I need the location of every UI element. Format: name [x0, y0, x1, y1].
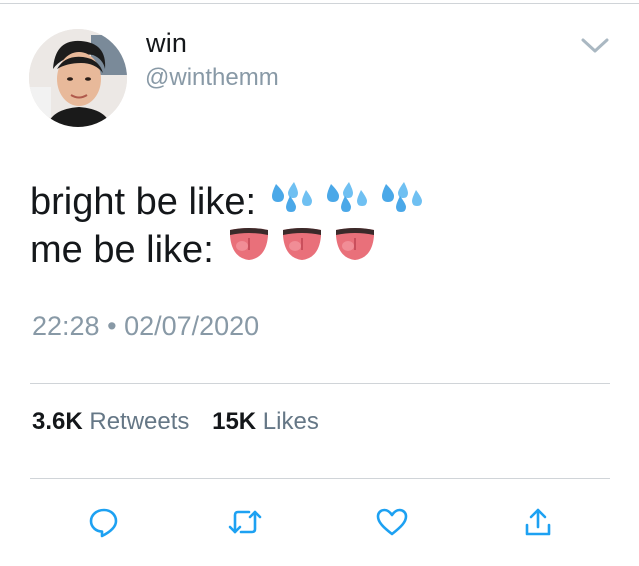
- retweet-icon: [228, 510, 262, 534]
- tweet-date: 02/07/2020: [124, 311, 260, 341]
- share-button[interactable]: [518, 502, 558, 542]
- tongue-emoji: [334, 226, 376, 274]
- reply-icon: [89, 508, 118, 538]
- timestamp-separator: •: [107, 311, 117, 341]
- tweet-time: 22:28: [32, 311, 100, 341]
- like-icon: [376, 508, 408, 536]
- retweets-count[interactable]: 3.6K: [32, 408, 83, 435]
- tweet-timestamp[interactable]: 22:28 • 02/07/2020: [32, 311, 259, 342]
- user-handle[interactable]: @winthemm: [145, 64, 279, 92]
- like-button[interactable]: [372, 502, 412, 542]
- reply-button[interactable]: [84, 502, 124, 542]
- display-name[interactable]: win: [146, 28, 187, 59]
- tongue-emoji: [281, 226, 323, 274]
- sweat-droplets-emoji: [325, 178, 369, 226]
- chevron-down-icon[interactable]: [579, 35, 611, 57]
- stats-bottom-divider: [30, 478, 610, 479]
- share-icon: [525, 508, 551, 536]
- tweet-line-2-text: me be like:: [30, 229, 214, 271]
- engagement-stats: 3.6K Retweets 15K Likes: [32, 408, 335, 436]
- sweat-droplets-emoji: [270, 178, 314, 226]
- likes-label[interactable]: Likes: [263, 408, 319, 435]
- tweet-line-1-text: bright be like:: [30, 181, 257, 223]
- tongue-emoji: [228, 226, 270, 274]
- avatar[interactable]: [29, 29, 127, 127]
- stats-top-divider: [30, 383, 610, 384]
- tweet-line-2: me be like:: [30, 226, 424, 274]
- top-divider: [0, 3, 639, 4]
- retweet-button[interactable]: [225, 502, 265, 542]
- tweet-body: bright be like: me be like:: [30, 178, 424, 274]
- profile-photo: [29, 29, 127, 127]
- retweets-label[interactable]: Retweets: [89, 408, 189, 435]
- sweat-droplets-emoji: [380, 178, 424, 226]
- likes-count[interactable]: 15K: [212, 408, 256, 435]
- tweet-line-1: bright be like:: [30, 178, 424, 226]
